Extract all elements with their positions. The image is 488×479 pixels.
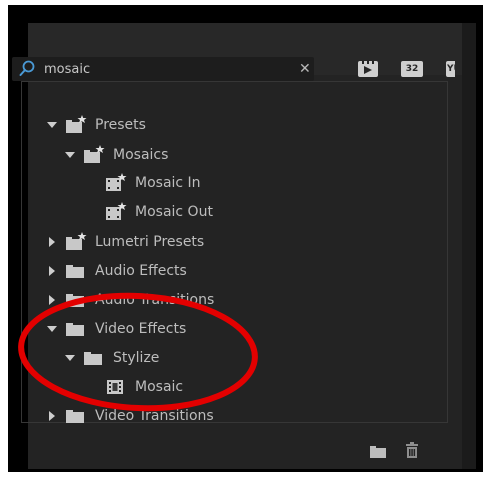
accelerated-effects-button[interactable] (357, 60, 379, 78)
search-input[interactable] (44, 60, 284, 78)
tree-item-label: Video Transitions (95, 408, 214, 424)
tree-item-mosaics[interactable]: Mosaics (22, 141, 488, 169)
preset-bin-star-icon (84, 145, 105, 163)
effect-filmstrip-icon (107, 380, 123, 394)
triangle-right-icon[interactable] (47, 295, 57, 305)
tree-item-label: Audio Transitions (95, 292, 215, 308)
tree-item-label: Mosaic In (135, 175, 201, 191)
magnifier-icon (19, 60, 35, 76)
tree-item-mosaic-out[interactable]: Mosaic Out (22, 198, 488, 226)
tree-item-presets[interactable]: Presets (22, 111, 472, 139)
folder-icon (66, 265, 84, 278)
tree-item-label: Stylize (113, 350, 160, 366)
triangle-right-icon[interactable] (47, 411, 57, 421)
yuv-effects-label: YUV (447, 64, 455, 74)
tree-item-mosaic[interactable]: Mosaic (22, 373, 488, 401)
triangle-down-icon[interactable] (65, 150, 75, 160)
preset-bin-star-icon (66, 115, 87, 133)
search-field[interactable]: ✕ (12, 57, 314, 81)
effects-tree: Presets Mosaics Mosaic In Mosaic Out Lum… (21, 81, 448, 424)
triangle-right-icon[interactable] (47, 237, 57, 247)
close-icon[interactable]: ✕ (299, 61, 311, 77)
tree-item-label: Mosaics (113, 147, 169, 163)
accelerated-effects-label (357, 60, 379, 78)
triangle-down-icon[interactable] (47, 324, 57, 334)
preset-star-icon (106, 173, 127, 191)
tree-item-video-effects[interactable]: Video Effects (22, 315, 472, 343)
bit32-effects-button[interactable]: 32 (400, 60, 424, 78)
tree-item-label: Mosaic Out (135, 204, 213, 220)
folder-icon (66, 323, 84, 336)
new-bin-icon[interactable] (369, 443, 387, 459)
triangle-down-icon[interactable] (47, 120, 57, 130)
folder-icon (66, 410, 84, 423)
yuv-effects-button[interactable]: YUV (445, 60, 455, 78)
tree-item-label: Audio Effects (95, 263, 187, 279)
tree-item-mosaic-in[interactable]: Mosaic In (22, 169, 488, 197)
folder-icon (84, 352, 102, 365)
bit32-effects-label: 32 (405, 64, 419, 74)
triangle-down-icon[interactable] (65, 353, 75, 363)
tree-item-label: Mosaic (135, 379, 184, 395)
trash-icon[interactable] (405, 441, 419, 459)
folder-icon (66, 294, 84, 307)
preset-star-icon (106, 202, 127, 220)
preset-bin-star-icon (66, 232, 87, 250)
tree-item-stylize[interactable]: Stylize (22, 344, 488, 372)
tree-item-lumetri-presets[interactable]: Lumetri Presets (22, 228, 472, 256)
tree-item-label: Video Effects (95, 321, 187, 337)
tree-item-video-transitions[interactable]: Video Transitions (22, 402, 472, 430)
tree-item-audio-effects[interactable]: Audio Effects (22, 257, 472, 285)
tree-item-label: Lumetri Presets (95, 234, 205, 250)
tree-item-label: Presets (95, 117, 146, 133)
tree-item-audio-transitions[interactable]: Audio Transitions (22, 286, 472, 314)
triangle-right-icon[interactable] (47, 266, 57, 276)
